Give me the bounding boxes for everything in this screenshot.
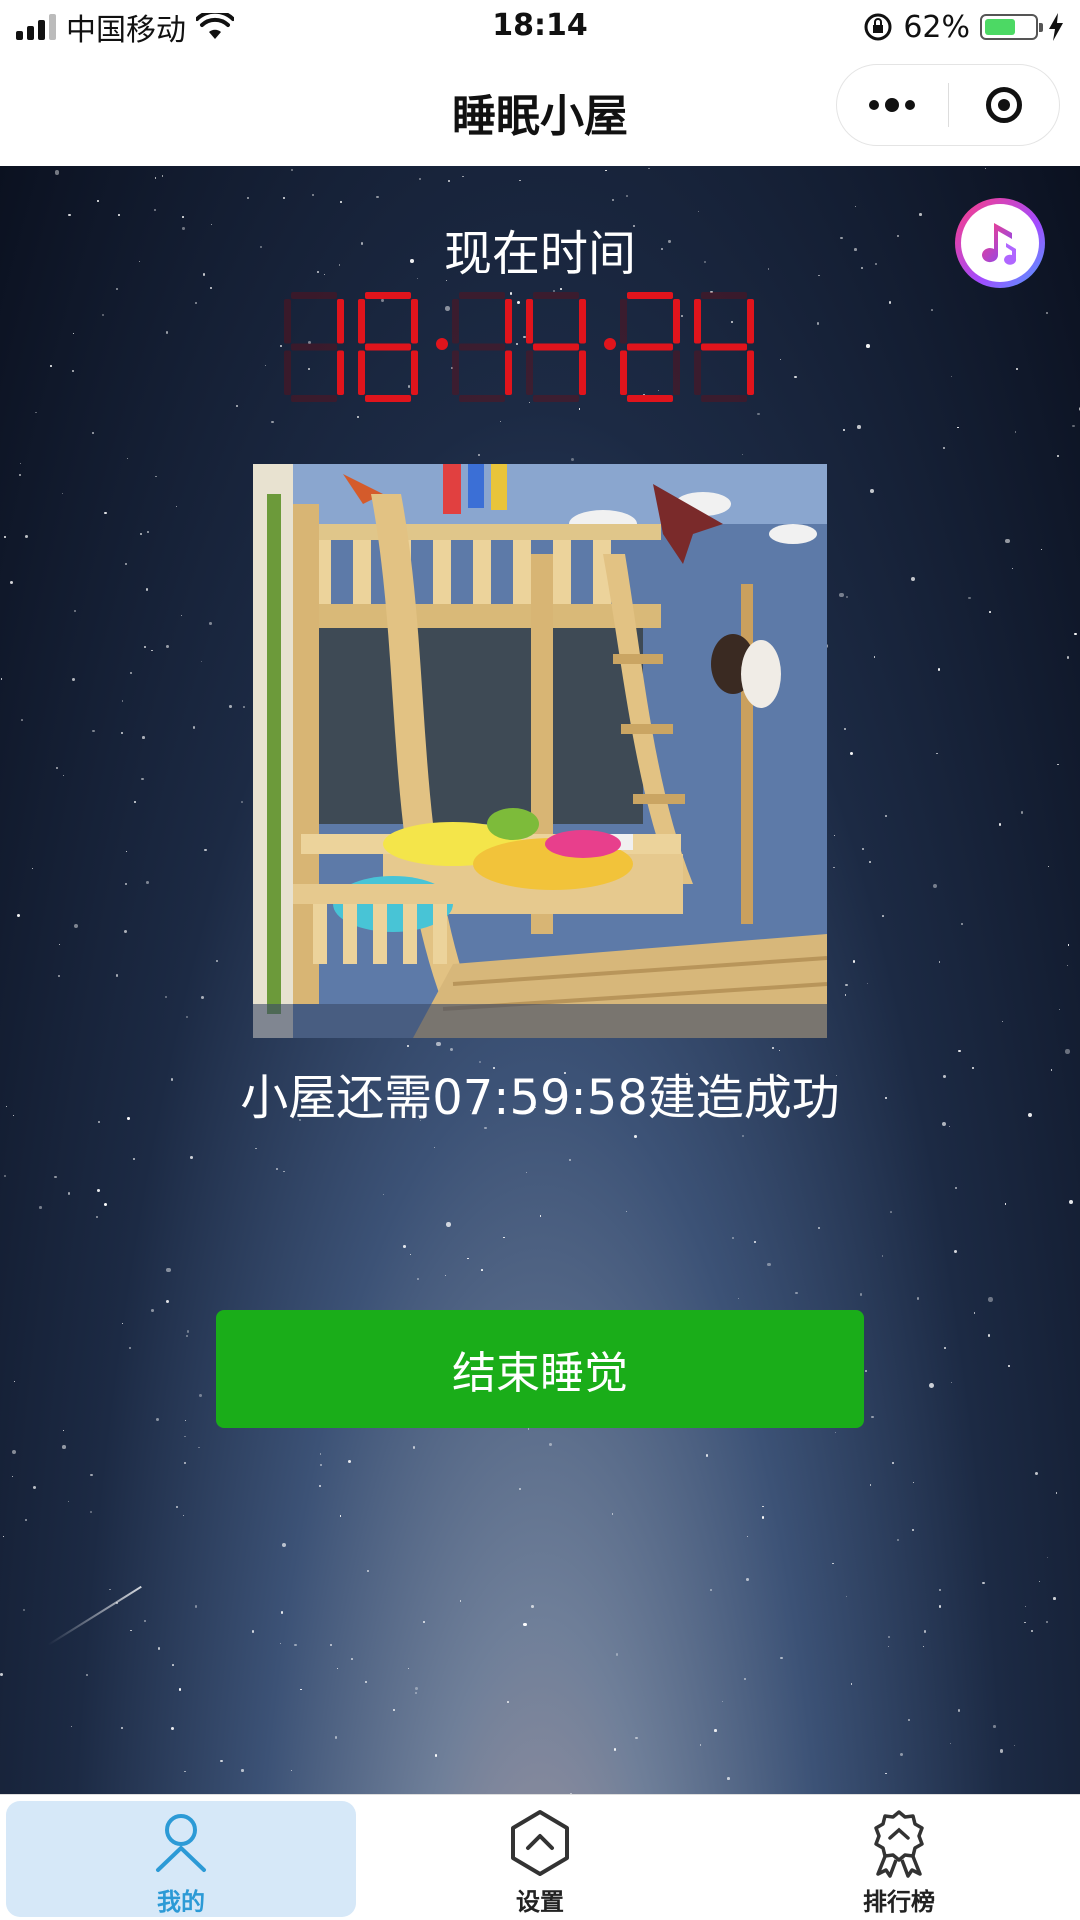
clock-colon <box>436 338 448 350</box>
clock-digit <box>694 292 754 402</box>
clock-digit <box>620 292 680 402</box>
hexagon-chevron-icon <box>511 1810 569 1876</box>
rotation-lock-icon <box>864 13 892 41</box>
tab-ranking[interactable]: 排行榜 <box>724 1801 1074 1917</box>
clock-digit <box>526 292 586 402</box>
clock-digit <box>452 292 512 402</box>
remaining-time-text: 小屋还需07:59:58建造成功 <box>240 1070 840 1126</box>
battery-percent: 62% <box>903 9 970 45</box>
battery-icon <box>980 14 1043 40</box>
tab-label: 我的 <box>157 1888 205 1916</box>
status-bar: 中国移动 18:14 62% <box>0 0 1080 54</box>
digital-clock <box>284 292 754 402</box>
close-button[interactable] <box>949 65 1060 145</box>
tab-label: 设置 <box>516 1888 564 1916</box>
tab-settings[interactable]: 设置 <box>365 1801 715 1917</box>
tab-bar: 我的 设置 排行榜 <box>0 1794 1080 1920</box>
end-sleep-button[interactable]: 结束睡觉 <box>216 1310 864 1428</box>
now-time-label: 现在时间 <box>443 226 636 282</box>
mini-program-capsule <box>836 64 1060 146</box>
clock-colon <box>604 338 616 350</box>
clock-digit <box>284 292 344 402</box>
user-icon <box>156 1814 206 1872</box>
charging-bolt-icon <box>1049 13 1063 41</box>
cabin-image <box>253 464 827 1038</box>
battery-fill <box>985 19 1015 35</box>
medal-icon <box>874 1810 924 1878</box>
target-circle-icon <box>985 87 1022 123</box>
status-right: 62% <box>863 8 1064 46</box>
clock-digit <box>358 292 418 402</box>
more-button[interactable] <box>837 65 948 145</box>
more-dots-icon <box>869 98 916 112</box>
tab-label: 排行榜 <box>863 1888 935 1916</box>
nav-bar: 睡眠小屋 <box>0 54 1080 166</box>
main-content: 现在时间 小屋还需07:59:58建造成功 结束睡觉 <box>0 166 1080 1794</box>
tab-mine[interactable]: 我的 <box>6 1801 356 1917</box>
bunk-bed-illustration <box>253 464 827 1038</box>
